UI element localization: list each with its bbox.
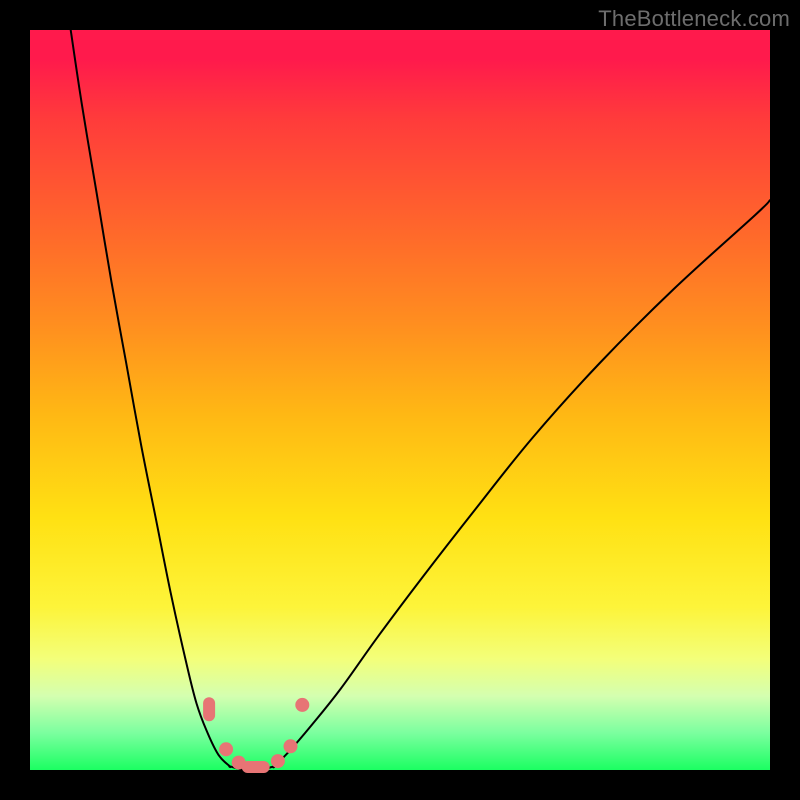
curve-layer: [30, 30, 770, 770]
highlight-point: [284, 739, 298, 753]
highlight-point: [295, 698, 309, 712]
highlight-point: [271, 754, 285, 768]
highlight-points: [203, 697, 309, 773]
chart-frame: TheBottleneck.com: [0, 0, 800, 800]
bottleneck-curve: [71, 30, 770, 770]
plot-area: [30, 30, 770, 770]
highlight-point: [219, 742, 233, 756]
highlight-point: [242, 761, 270, 773]
highlight-point: [203, 697, 215, 721]
attribution-text: TheBottleneck.com: [598, 6, 790, 32]
